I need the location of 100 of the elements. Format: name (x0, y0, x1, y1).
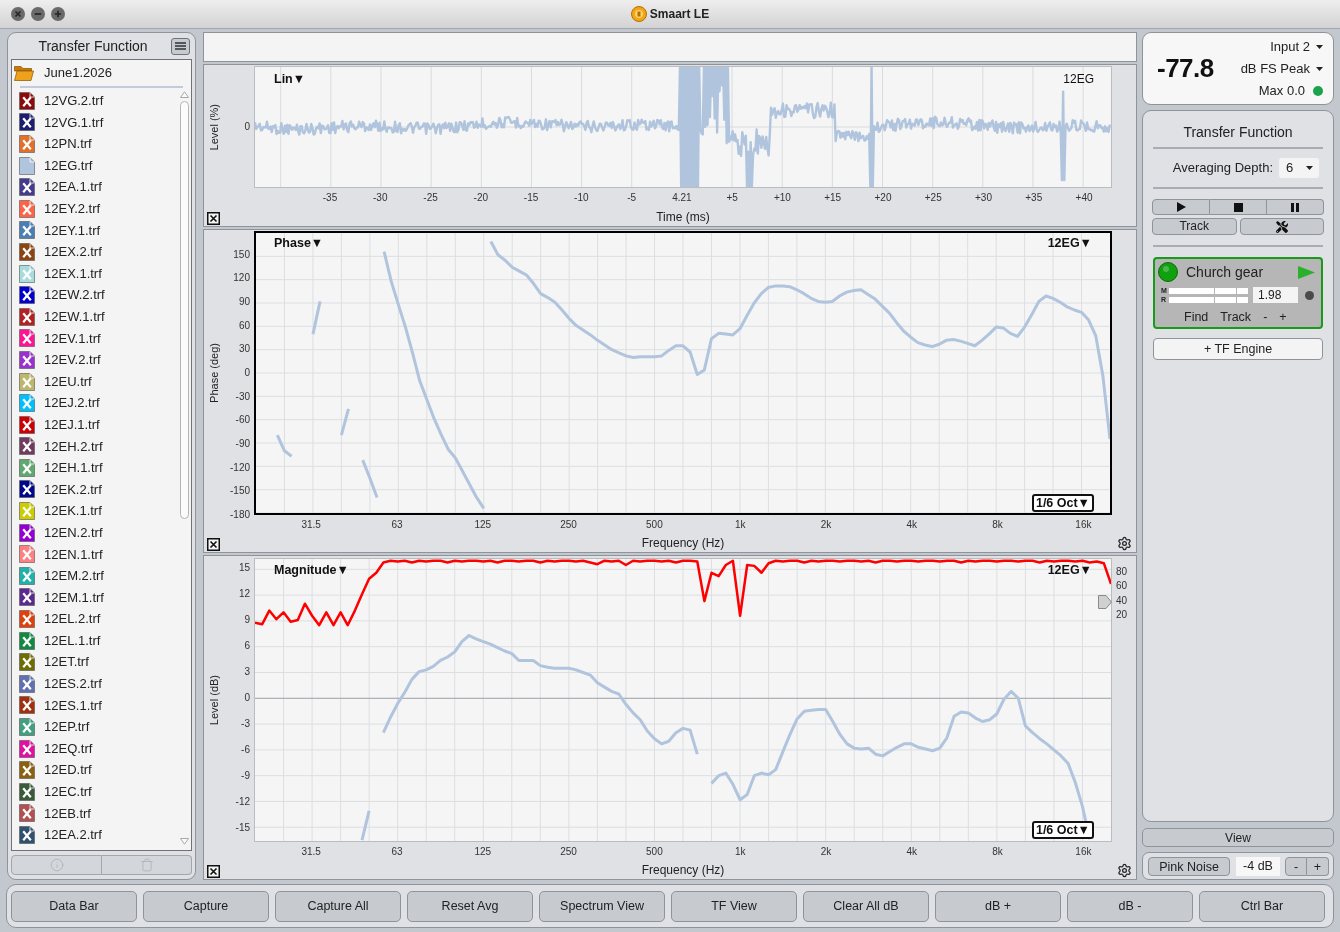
tools-button[interactable] (1239, 218, 1324, 235)
toolbar-button[interactable]: Clear All dB (803, 890, 929, 922)
file-item[interactable]: 12EP.trf (12, 716, 178, 738)
file-item[interactable]: 12EN.1.trf (12, 543, 178, 566)
file-item[interactable]: 12EY.1.trf (12, 219, 178, 242)
info-icon (49, 858, 64, 872)
file-item[interactable]: 12EJ.2.trf (12, 392, 178, 414)
track-button[interactable]: Track (1152, 218, 1237, 235)
step-button[interactable]: - (1285, 856, 1307, 876)
axis-tick-label: 150 (233, 248, 250, 261)
panel-title: Transfer Function (1183, 122, 1293, 142)
menu-button[interactable] (171, 37, 190, 55)
pause-icon (1291, 202, 1299, 212)
minimize-icon[interactable] (31, 7, 45, 21)
file-item[interactable]: 12EX.1.trf (12, 262, 178, 285)
file-item[interactable]: 12ES.1.trf (12, 694, 178, 717)
file-item[interactable]: 12EW.1.trf (12, 305, 178, 328)
file-item[interactable]: 12VG.2.trf (12, 90, 178, 112)
file-item[interactable]: 12EH.1.trf (12, 457, 178, 479)
file-item[interactable]: 12EB.trf (12, 802, 178, 825)
close-icon[interactable] (207, 865, 220, 878)
scale-menu[interactable]: Lin▼ (274, 70, 306, 89)
maximize-icon[interactable] (51, 7, 65, 21)
file-item[interactable]: 12EN.2.trf (12, 521, 178, 544)
play-button[interactable] (1152, 199, 1210, 215)
file-item[interactable]: 12EH.2.trf (12, 435, 178, 458)
close-icon[interactable] (207, 538, 220, 551)
close-icon[interactable] (11, 7, 25, 21)
axis-tick-label: -35 (322, 192, 338, 204)
scale-dropdown[interactable]: dB FS Peak (1240, 57, 1323, 80)
file-item[interactable]: 12EL.1.trf (12, 629, 178, 652)
axis-tick-label: +25 (924, 192, 942, 204)
plot-mode-menu[interactable]: Phase▼ (274, 234, 324, 253)
file-item[interactable]: 12EV.1.trf (12, 327, 178, 350)
file-item[interactable]: 12EW.2.trf (12, 284, 178, 306)
view-button[interactable]: View (1142, 828, 1334, 847)
axis-tick-label: +40 (1075, 192, 1093, 204)
status-light-icon[interactable] (1158, 262, 1178, 282)
engine-action[interactable]: Find (1184, 307, 1209, 327)
toolbar-button[interactable]: Capture All (275, 890, 401, 922)
file-item[interactable]: 12ET.trf (12, 651, 178, 674)
file-item[interactable]: 12EA.2.trf (12, 824, 178, 846)
smoothing-dropdown[interactable]: 1/6 Oct▼ (1031, 494, 1094, 512)
toolbar-button[interactable]: dB + (935, 890, 1061, 922)
file-item[interactable]: 12ED.trf (12, 759, 178, 781)
toolbar-button[interactable]: Spectrum View (539, 890, 665, 922)
folder-item[interactable]: June1.2026 (12, 60, 191, 86)
delay-field[interactable]: 1.98 (1253, 287, 1298, 303)
meter-reading: -77.8 (1157, 52, 1214, 85)
engine-action[interactable]: - (1263, 307, 1268, 327)
file-item[interactable]: 12PN.trf (12, 133, 178, 155)
axis-tick-label: 16k (1075, 519, 1092, 531)
axis-tick-label: -180 (230, 509, 250, 521)
file-item[interactable]: 12EQ.trf (12, 737, 178, 760)
toolbar-button[interactable]: Data Bar (11, 890, 137, 922)
file-item[interactable]: 12EM.1.trf (12, 586, 178, 609)
close-icon[interactable] (207, 212, 220, 225)
trace-menu[interactable]: 12EG▼ (1047, 561, 1092, 580)
step-button[interactable]: + (1307, 856, 1329, 876)
settings-icon[interactable] (1116, 536, 1132, 551)
smoothing-dropdown[interactable]: 1/6 Oct▼ (1031, 821, 1094, 839)
engine-action[interactable]: Track (1220, 307, 1252, 327)
file-item[interactable]: 12EJ.1.trf (12, 413, 178, 436)
averaging-depth-select[interactable]: 6 (1279, 158, 1319, 178)
axis-tick-label: 2k (820, 519, 832, 531)
axis-tick-label: -9 (241, 770, 250, 783)
file-item[interactable]: 12EX.2.trf (12, 241, 178, 263)
file-item[interactable]: 12EA.1.trf (12, 176, 178, 198)
file-item[interactable]: 12EL.2.trf (12, 608, 178, 630)
toolbar-button[interactable]: Reset Avg (407, 890, 533, 922)
add-engine-button[interactable]: + TF Engine (1153, 338, 1323, 360)
toolbar-button[interactable]: dB - (1067, 890, 1193, 922)
toolbar-button[interactable]: Capture (143, 890, 269, 922)
toolbar-button[interactable]: Ctrl Bar (1199, 890, 1325, 922)
noise-generator-button[interactable]: Pink Noise (1148, 856, 1230, 876)
axis-tick-label: -90 (235, 438, 250, 450)
axis-tick-label: +5 (726, 192, 738, 204)
axis-tick-label: 12 (238, 588, 250, 601)
plot-mode-menu[interactable]: Magnitude▼ (274, 561, 349, 580)
stop-button[interactable] (1210, 199, 1267, 215)
file-item[interactable]: 12EU.trf (12, 370, 178, 393)
engine-action[interactable]: + (1279, 307, 1287, 327)
settings-icon[interactable] (1116, 863, 1132, 878)
axis-tick-label: +15 (824, 192, 842, 204)
pause-button[interactable] (1267, 199, 1324, 215)
file-item[interactable]: 12EK.2.trf (12, 478, 178, 501)
toolbar-button[interactable]: TF View (671, 890, 797, 922)
input-dropdown[interactable]: Input 2 (1270, 35, 1323, 58)
file-item[interactable]: 12EG.trf (12, 154, 178, 177)
file-item[interactable]: 12EK.1.trf (12, 500, 178, 522)
file-item[interactable]: 12EY.2.trf (12, 197, 178, 220)
file-item[interactable]: 12VG.1.trf (12, 111, 178, 134)
file-item[interactable]: 12EM.2.trf (12, 565, 178, 587)
gain-field[interactable]: -4 dB (1236, 856, 1280, 876)
file-item[interactable]: 12ES.2.trf (12, 673, 178, 695)
scrollbar-thumb[interactable] (179, 101, 189, 519)
engine-name: Church gear (1186, 262, 1265, 282)
file-item[interactable]: 12EV.2.trf (12, 349, 178, 371)
trace-menu[interactable]: 12EG▼ (1047, 234, 1092, 253)
file-item[interactable]: 12EC.trf (12, 781, 178, 803)
